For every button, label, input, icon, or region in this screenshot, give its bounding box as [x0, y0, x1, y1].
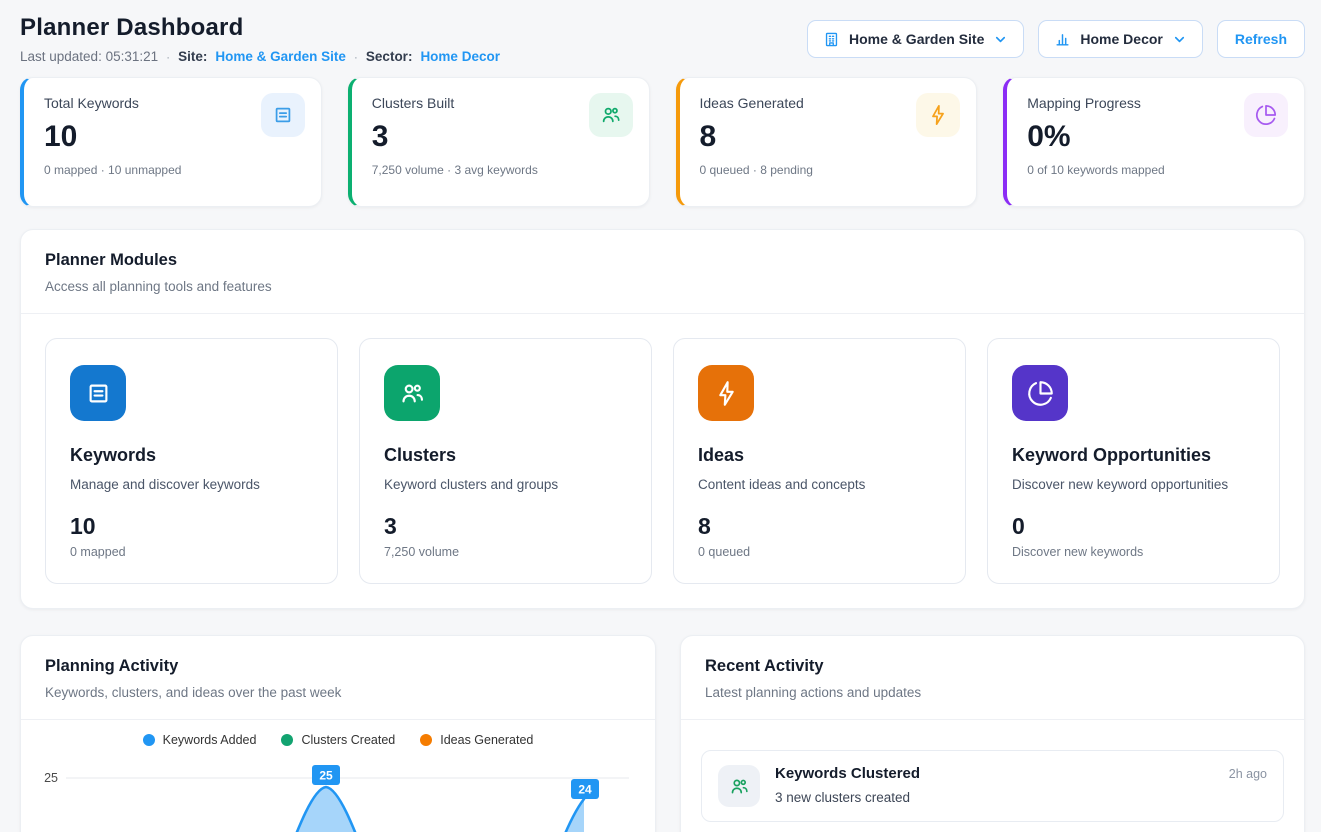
module-card-keyword-opportunities[interactable]: Keyword Opportunities Discover new keywo… [987, 338, 1280, 584]
module-value: 3 [384, 513, 627, 540]
recent-activity-item[interactable]: Keywords Clustered 2h ago 3 new clusters… [701, 750, 1284, 822]
modules-grid: Keywords Manage and discover keywords 10… [21, 314, 1304, 608]
svg-text:25: 25 [319, 769, 333, 783]
module-value: 10 [70, 513, 313, 540]
stat-card-ideas-generated: Ideas Generated 8 0 queued · 8 pending [676, 77, 978, 207]
module-sub: 0 mapped [70, 545, 313, 559]
stat-card-clusters-built: Clusters Built 3 7,250 volume · 3 avg ke… [348, 77, 650, 207]
module-description: Keyword clusters and groups [384, 477, 627, 492]
chart-legend: Keywords Added Clusters Created Ideas Ge… [21, 733, 655, 747]
site-link[interactable]: Home & Garden Site [215, 49, 346, 64]
svg-text:24: 24 [578, 783, 592, 797]
recent-activity-title: Recent Activity [705, 657, 1280, 676]
legend-label: Keywords Added [163, 733, 257, 747]
area-series-fill [264, 787, 388, 832]
chevron-down-icon [993, 32, 1008, 47]
page-title: Planner Dashboard [20, 14, 500, 42]
legend-item-keywords-added[interactable]: Keywords Added [143, 733, 257, 747]
site-label: Site: [178, 49, 207, 64]
bottom-row: Planning Activity Keywords, clusters, an… [20, 635, 1305, 832]
users-icon [718, 765, 760, 807]
stat-card-mapping-progress: Mapping Progress 0% 0 of 10 keywords map… [1003, 77, 1305, 207]
sector-label: Sector: [366, 49, 413, 64]
lightning-icon [916, 93, 960, 137]
modules-section-header: Planner Modules Access all planning tool… [21, 230, 1304, 314]
data-label-24: 24 [571, 779, 599, 799]
modules-section-subtitle: Access all planning tools and features [45, 279, 1280, 294]
stat-sub: 7,250 volume · 3 avg keywords [372, 163, 631, 177]
legend-dot-blue [143, 734, 155, 746]
legend-dot-orange [420, 734, 432, 746]
users-icon [384, 365, 440, 421]
topbar-left: Planner Dashboard Last updated: 05:31:21… [20, 14, 500, 64]
planning-activity-subtitle: Keywords, clusters, and ideas over the p… [45, 685, 631, 700]
separator-dot: · [354, 50, 358, 64]
module-sub: Discover new keywords [1012, 545, 1255, 559]
sector-selector-dropdown[interactable]: Home Decor [1038, 20, 1202, 58]
module-description: Discover new keyword opportunities [1012, 477, 1255, 492]
planning-activity-header: Planning Activity Keywords, clusters, an… [21, 636, 655, 720]
module-title: Clusters [384, 445, 627, 466]
module-card-keywords[interactable]: Keywords Manage and discover keywords 10… [45, 338, 338, 584]
area-series-fill [537, 799, 584, 832]
document-icon [70, 365, 126, 421]
planning-activity-card: Planning Activity Keywords, clusters, an… [20, 635, 656, 832]
legend-label: Clusters Created [301, 733, 395, 747]
stat-sub: 0 of 10 keywords mapped [1027, 163, 1286, 177]
site-selector-label: Home & Garden Site [849, 31, 984, 47]
stat-sub: 0 queued · 8 pending [700, 163, 959, 177]
module-description: Manage and discover keywords [70, 477, 313, 492]
planner-modules-section: Planner Modules Access all planning tool… [20, 229, 1305, 609]
module-sub: 7,250 volume [384, 545, 627, 559]
lightning-icon [698, 365, 754, 421]
module-card-clusters[interactable]: Clusters Keyword clusters and groups 3 7… [359, 338, 652, 584]
planning-activity-title: Planning Activity [45, 657, 631, 676]
y-axis-tick: 25 [44, 771, 58, 785]
users-icon [589, 93, 633, 137]
modules-section-title: Planner Modules [45, 251, 1280, 270]
meta-line: Last updated: 05:31:21 · Site: Home & Ga… [20, 49, 500, 64]
recent-activity-card: Recent Activity Latest planning actions … [680, 635, 1305, 832]
recent-item-title: Keywords Clustered [775, 765, 920, 782]
legend-dot-green [281, 734, 293, 746]
legend-item-ideas-generated[interactable]: Ideas Generated [420, 733, 533, 747]
module-value: 0 [1012, 513, 1255, 540]
module-description: Content ideas and concepts [698, 477, 941, 492]
module-title: Keyword Opportunities [1012, 445, 1255, 466]
module-card-ideas[interactable]: Ideas Content ideas and concepts 8 0 que… [673, 338, 966, 584]
recent-item-time: 2h ago [1229, 767, 1267, 781]
separator-dot: · [166, 50, 170, 64]
legend-label: Ideas Generated [440, 733, 533, 747]
pie-chart-icon [1244, 93, 1288, 137]
pie-chart-icon [1012, 365, 1068, 421]
stat-sub: 0 mapped · 10 unmapped [44, 163, 303, 177]
site-selector-dropdown[interactable]: Home & Garden Site [807, 20, 1024, 58]
recent-item-description: 3 new clusters created [775, 790, 1267, 805]
topbar: Planner Dashboard Last updated: 05:31:21… [20, 14, 1305, 64]
recent-activity-list: Keywords Clustered 2h ago 3 new clusters… [681, 720, 1304, 832]
stat-card-total-keywords: Total Keywords 10 0 mapped · 10 unmapped [20, 77, 322, 207]
activity-area-chart: 25 25 24 [21, 755, 637, 832]
module-sub: 0 queued [698, 545, 941, 559]
building-icon [823, 31, 840, 48]
sector-link[interactable]: Home Decor [420, 49, 500, 64]
chevron-down-icon [1172, 32, 1187, 47]
sector-selector-label: Home Decor [1080, 31, 1162, 47]
data-label-25: 25 [312, 765, 340, 785]
bar-chart-icon [1054, 31, 1071, 48]
document-icon [261, 93, 305, 137]
module-value: 8 [698, 513, 941, 540]
topbar-actions: Home & Garden Site Home Decor Refresh [807, 20, 1305, 58]
recent-activity-subtitle: Latest planning actions and updates [705, 685, 1280, 700]
recent-activity-header: Recent Activity Latest planning actions … [681, 636, 1304, 720]
refresh-button[interactable]: Refresh [1217, 20, 1305, 58]
stats-row: Total Keywords 10 0 mapped · 10 unmapped… [20, 77, 1305, 207]
recent-item-body: Keywords Clustered 2h ago 3 new clusters… [775, 765, 1267, 805]
planner-dashboard-page: Planner Dashboard Last updated: 05:31:21… [0, 0, 1321, 832]
legend-item-clusters-created[interactable]: Clusters Created [281, 733, 395, 747]
last-updated-text: Last updated: 05:31:21 [20, 49, 158, 64]
module-title: Ideas [698, 445, 941, 466]
module-title: Keywords [70, 445, 313, 466]
